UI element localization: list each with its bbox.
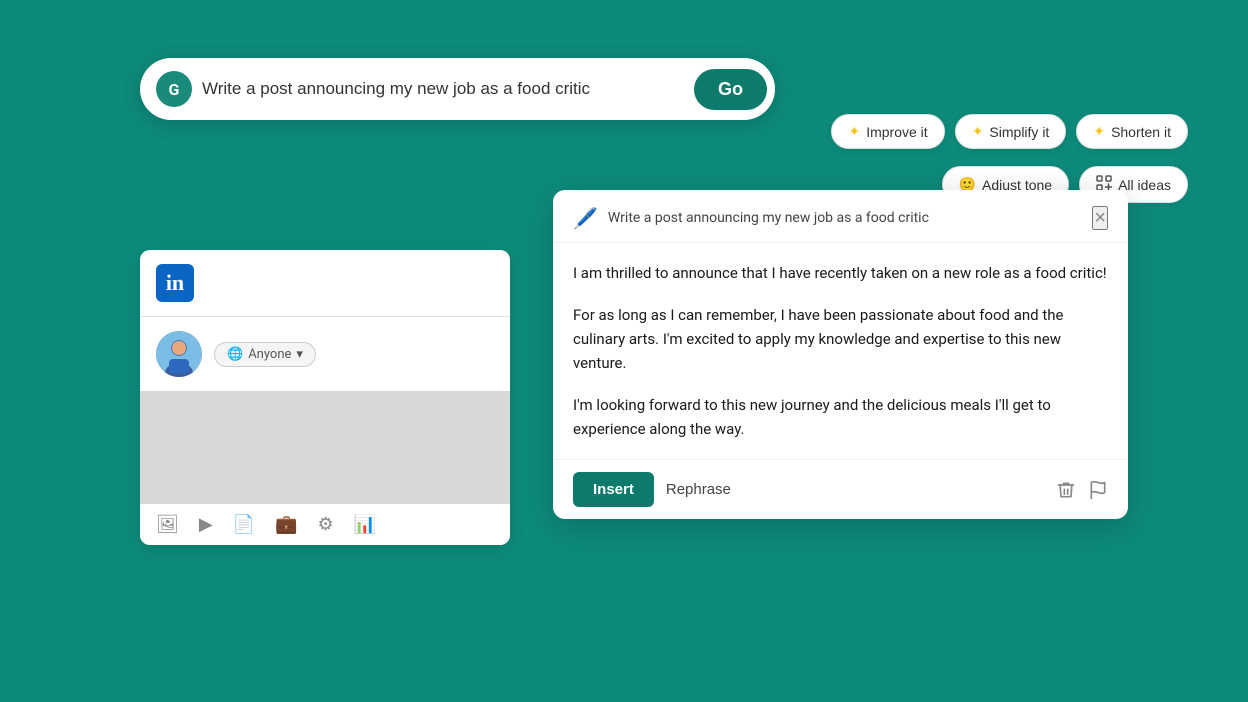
star-icon[interactable]: ⚙: [318, 514, 334, 535]
panel-content: I am thrilled to announce that I have re…: [553, 243, 1128, 459]
panel-actions: Insert Rephrase: [553, 459, 1128, 519]
simplify-it-label: Simplify it: [989, 124, 1049, 140]
search-bar[interactable]: G Go: [140, 58, 775, 120]
prompt-text: Write a post announcing my new job as a …: [608, 210, 929, 226]
body-paragraph-1: I am thrilled to announce that I have re…: [573, 261, 1108, 285]
body-paragraph-2: For as long as I can remember, I have be…: [573, 303, 1108, 375]
body-paragraph-3: I'm looking forward to this new journey …: [573, 393, 1108, 441]
linkedin-card: in 🌐 Anyone ▾ 🖼 ▶ 📄 💼 ⚙ 📊: [140, 250, 510, 545]
document-icon[interactable]: 📄: [233, 514, 255, 535]
simplify-it-button[interactable]: ✦ Simplify it: [955, 114, 1067, 149]
chart-icon[interactable]: 📊: [354, 514, 376, 535]
grammarly-icon: G: [156, 71, 192, 107]
improve-it-label: Improve it: [866, 124, 927, 140]
rephrase-button[interactable]: Rephrase: [666, 481, 731, 498]
go-button[interactable]: Go: [694, 69, 767, 110]
search-input[interactable]: [202, 79, 694, 99]
image-icon[interactable]: 🖼: [156, 514, 179, 535]
delete-button[interactable]: [1056, 480, 1076, 500]
shorten-it-label: Shorten it: [1111, 124, 1171, 140]
linkedin-toolbar: 🖼 ▶ 📄 💼 ⚙ 📊: [140, 504, 510, 545]
sparkle-icon: ✦: [848, 123, 860, 140]
linkedin-header: in: [140, 250, 510, 317]
chevron-down-icon: ▾: [296, 347, 303, 362]
sparkle-icon-3: ✦: [1093, 123, 1105, 140]
video-icon[interactable]: ▶: [199, 514, 213, 535]
linkedin-body: 🌐 Anyone ▾: [140, 317, 510, 391]
panel-actions-right: [1056, 480, 1108, 500]
briefcase-icon[interactable]: 💼: [275, 514, 297, 535]
panel-header: 🖊️ Write a post announcing my new job as…: [553, 190, 1128, 243]
close-button[interactable]: ×: [1092, 206, 1108, 230]
response-panel: 🖊️ Write a post announcing my new job as…: [553, 190, 1128, 519]
avatar: [156, 331, 202, 377]
grammarly-letter: G: [169, 80, 180, 99]
shorten-it-button[interactable]: ✦ Shorten it: [1076, 114, 1188, 149]
panel-actions-left: Insert Rephrase: [573, 472, 731, 507]
linkedin-logo: in: [156, 264, 194, 302]
flag-button[interactable]: [1088, 480, 1108, 500]
suggestions-row-1: ✦ Improve it ✦ Simplify it ✦ Shorten it: [831, 114, 1188, 149]
insert-button[interactable]: Insert: [573, 472, 654, 507]
audience-selector[interactable]: 🌐 Anyone ▾: [214, 342, 316, 367]
globe-icon: 🌐: [227, 347, 243, 362]
audience-label: Anyone: [248, 347, 291, 362]
improve-it-button[interactable]: ✦ Improve it: [831, 114, 944, 149]
pencil-icon: 🖊️: [573, 206, 598, 230]
sparkle-icon-2: ✦: [972, 123, 984, 140]
panel-prompt: 🖊️ Write a post announcing my new job as…: [573, 206, 929, 230]
